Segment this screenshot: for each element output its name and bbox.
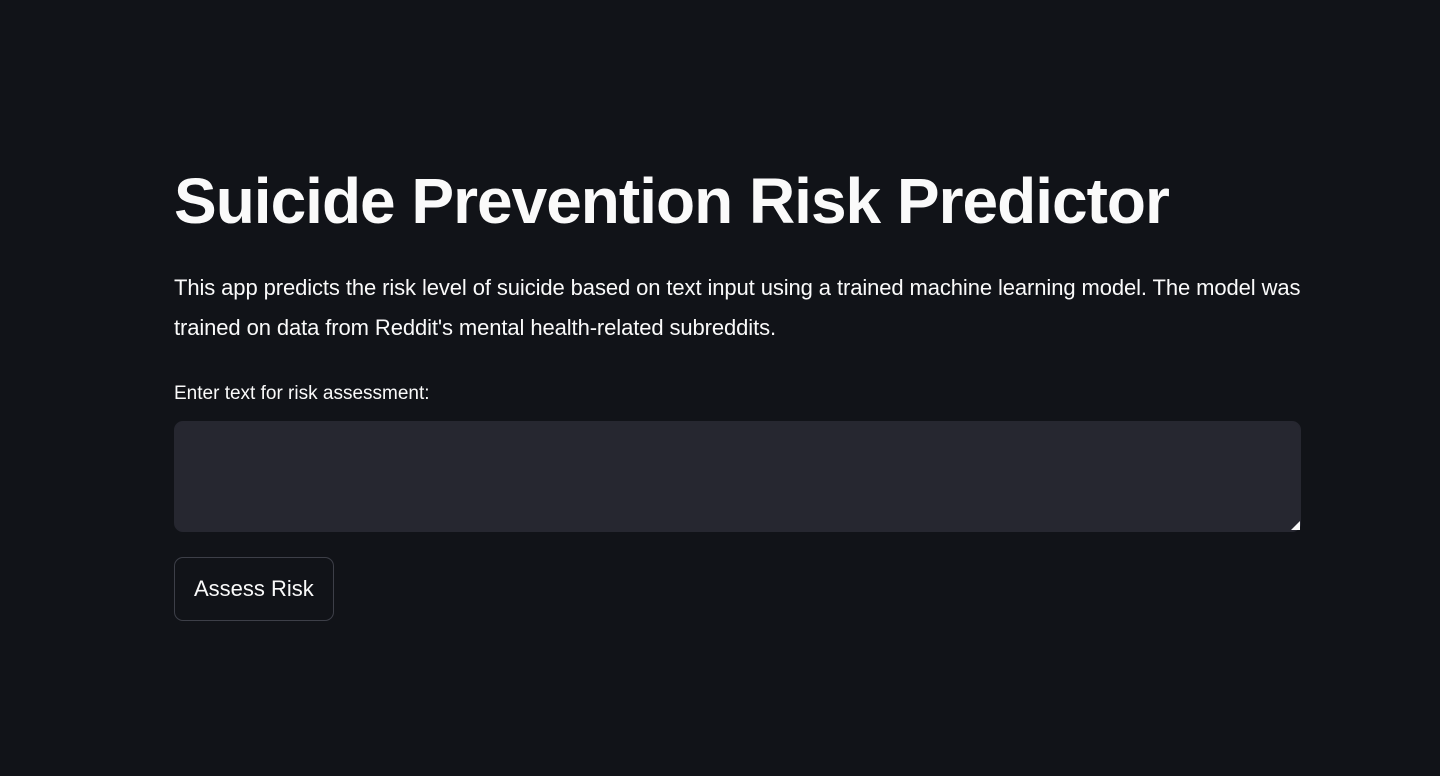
risk-text-input[interactable] bbox=[174, 421, 1301, 532]
page-title: Suicide Prevention Risk Predictor bbox=[174, 165, 1170, 237]
app-description: This app predicts the risk level of suic… bbox=[174, 275, 1301, 340]
text-input-label: Enter text for risk assessment: bbox=[174, 383, 430, 404]
resize-handle-icon[interactable] bbox=[1291, 521, 1300, 530]
assess-risk-button[interactable]: Assess Risk bbox=[174, 557, 334, 621]
